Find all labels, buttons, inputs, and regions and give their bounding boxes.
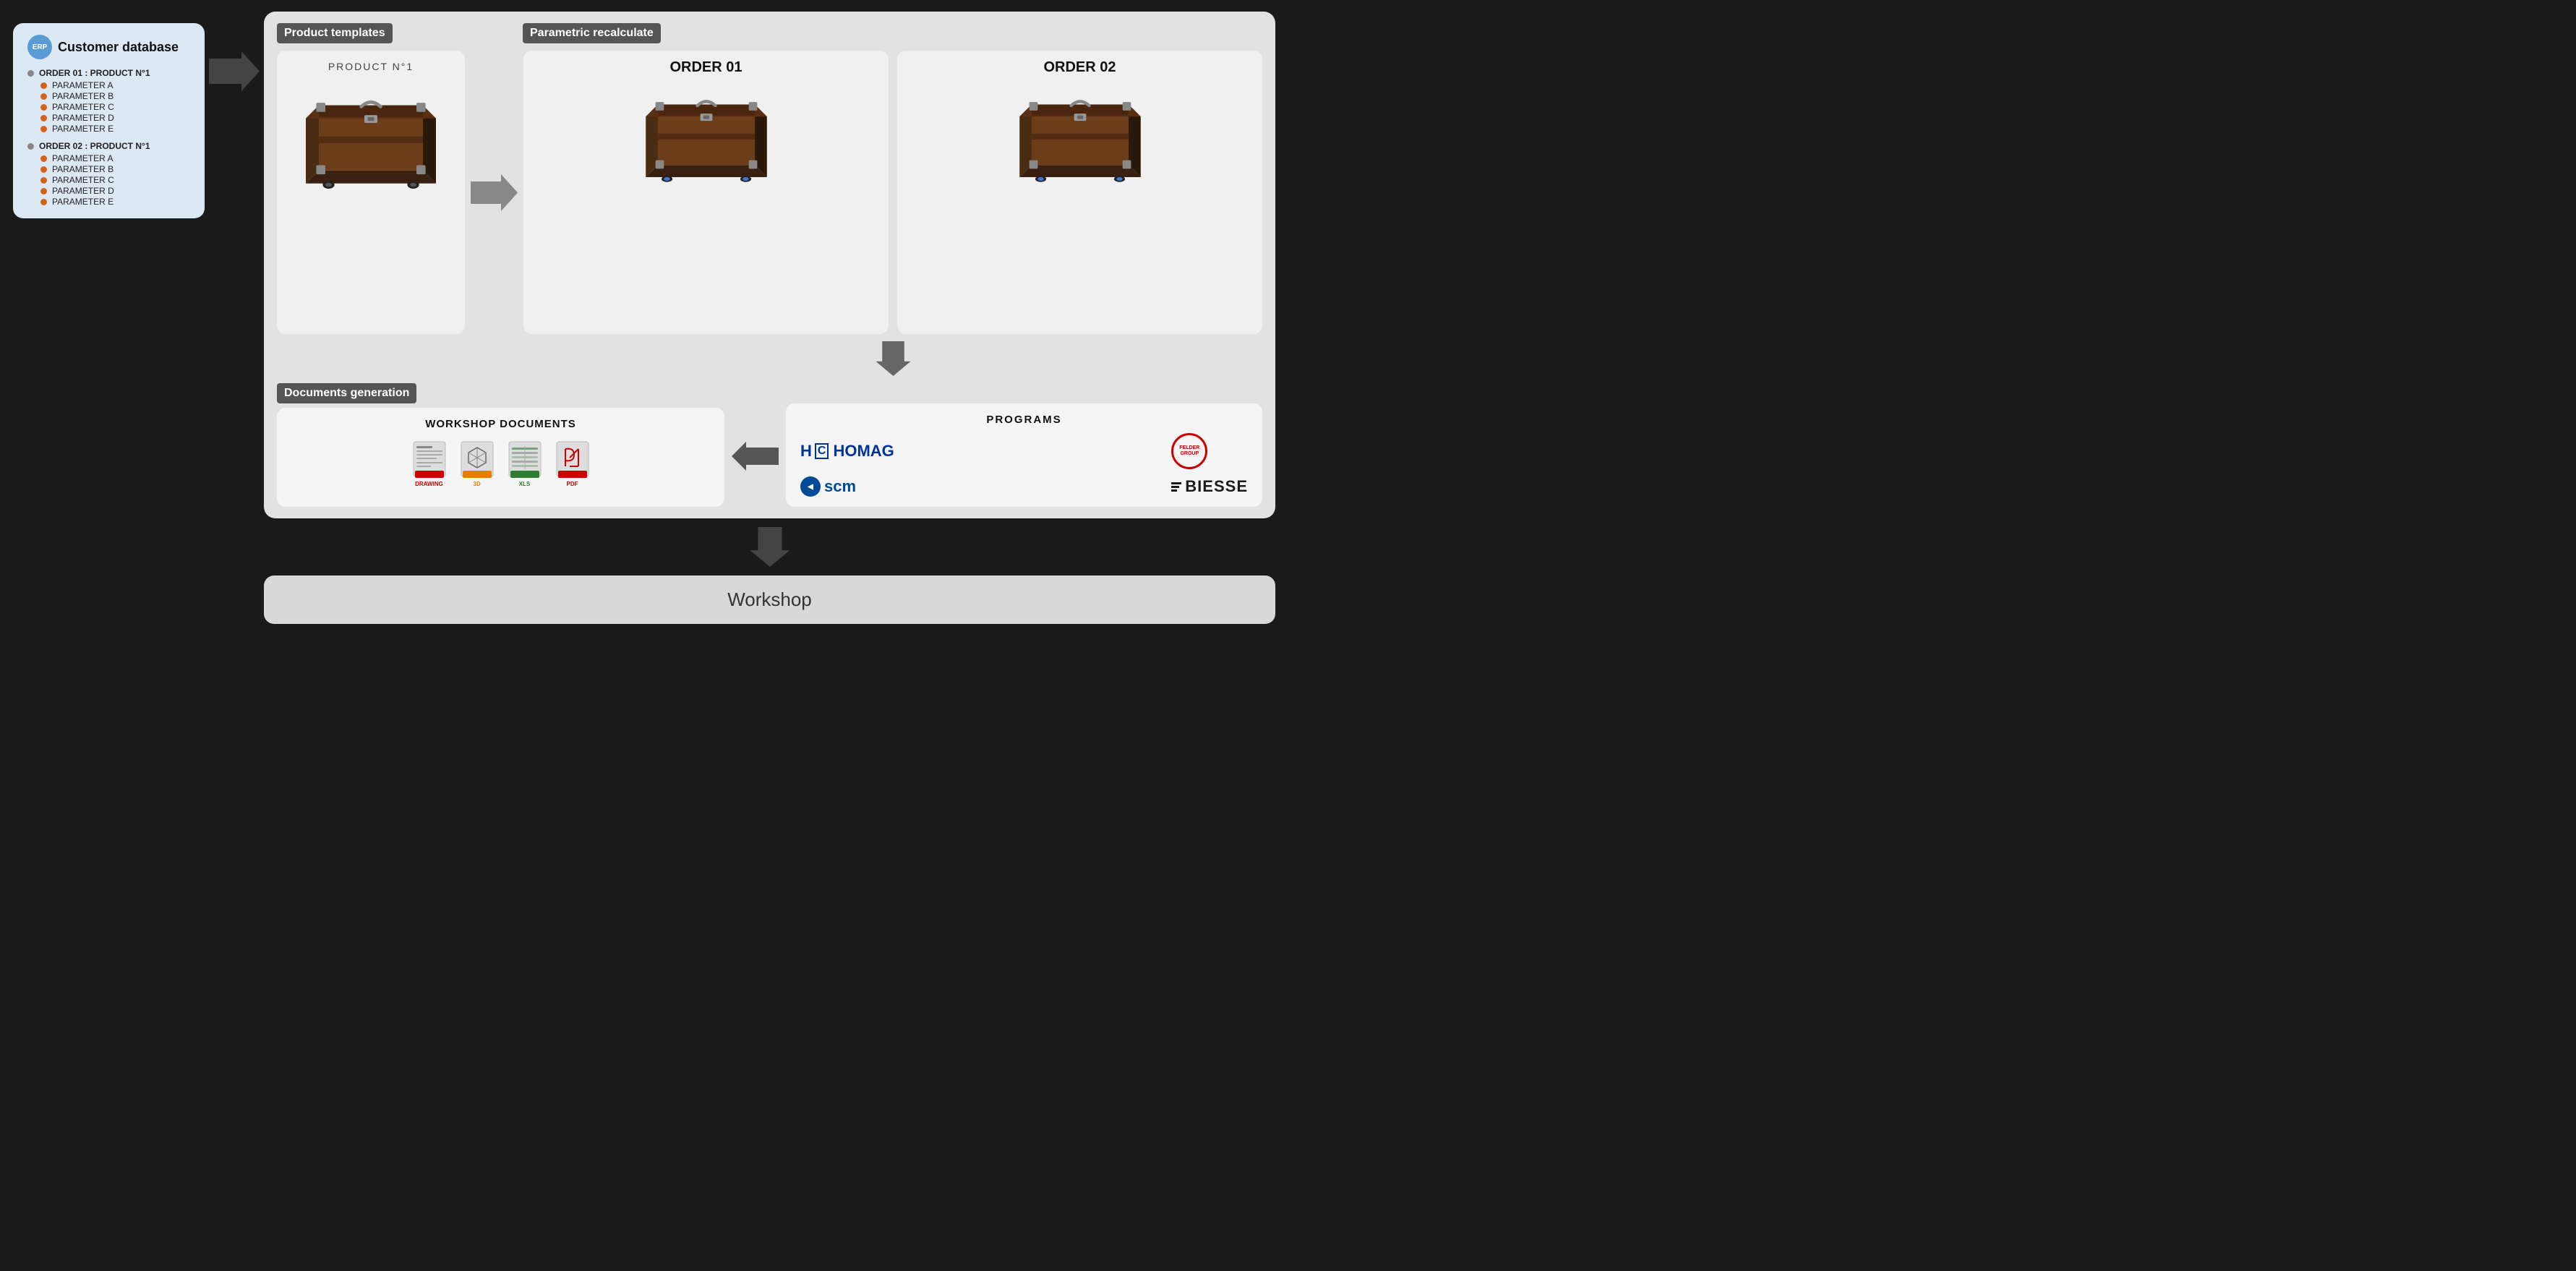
arrow-docs-to-db: [724, 405, 786, 507]
scm-logo: ◀ scm: [800, 476, 1160, 497]
order-2-label: ORDER 02 : PRODUCT N°1: [27, 141, 190, 151]
order-2-section: ORDER 02 : PRODUCT N°1 PARAMETER A PARAM…: [27, 141, 190, 207]
docs-generation-label: Documents generation: [277, 383, 416, 403]
customer-db-header: ERP Customer database: [27, 35, 190, 59]
list-item: PARAMETER C: [40, 175, 190, 185]
order-01-box: ORDER 01: [523, 51, 889, 334]
list-item: PARAMETER D: [40, 113, 190, 123]
order-01-box-img: [645, 80, 768, 192]
order-02-box: ORDER 02: [897, 51, 1262, 334]
list-item: PARAMETER B: [40, 91, 190, 101]
product-3d-box: [306, 78, 436, 201]
order-2-dot: [27, 143, 34, 150]
workshop-area: Workshop: [264, 575, 1275, 624]
parametric-recalculate-label: Parametric recalculate: [523, 23, 661, 43]
workshop-docs-title: WORKSHOP DOCUMENTS: [425, 418, 576, 430]
doc-3d: 3D: [458, 439, 496, 487]
doc-icons-row: DRAWING: [411, 439, 591, 487]
programs-title: PROGRAMS: [986, 414, 1061, 426]
list-item: PARAMETER D: [40, 186, 190, 196]
list-item: PARAMETER A: [40, 80, 190, 90]
customer-database-panel: ERP Customer database ORDER 01 : PRODUCT…: [13, 23, 205, 218]
product-template-box: PRODUCT N°1: [277, 51, 465, 334]
workshop-label: Workshop: [727, 589, 812, 611]
list-item: PARAMETER A: [40, 153, 190, 163]
felder-logo: FELDERGROUP: [1171, 433, 1207, 469]
biesse-logo: BIESSE: [1171, 477, 1248, 496]
list-item: PARAMETER E: [40, 197, 190, 207]
programs-section: PROGRAMS H C HOMAG FELDERGROUP: [786, 403, 1262, 507]
order-1-section: ORDER 01 : PRODUCT N°1 PARAMETER A PARAM…: [27, 68, 190, 134]
arrow-templates-to-orders: [465, 173, 523, 213]
doc-drawing: DRAWING: [411, 439, 448, 487]
order-1-dot: [27, 70, 34, 77]
order-2-params: PARAMETER A PARAMETER B PARAMETER C PARA…: [40, 153, 190, 207]
arrow-to-workshop: [264, 527, 1275, 567]
order-01-title: ORDER 01: [669, 59, 742, 76]
list-item: PARAMETER C: [40, 102, 190, 112]
top-flow-area: Product templates Parametric recalculate…: [264, 12, 1275, 518]
docs-generation-section: Documents generation WORKSHOP DOCUMENTS: [277, 383, 724, 507]
product-templates-label: Product templates: [277, 23, 393, 43]
main-content-area: Product templates Parametric recalculate…: [264, 12, 1275, 624]
doc-xls: XLS: [506, 439, 544, 487]
list-item: PARAMETER B: [40, 164, 190, 174]
homag-logo: H C HOMAG: [800, 442, 1160, 461]
product-label: PRODUCT N°1: [328, 61, 414, 72]
order-1-params: PARAMETER A PARAMETER B PARAMETER C PARA…: [40, 80, 190, 134]
order-02-box-img: [1019, 80, 1142, 192]
erp-icon: ERP: [27, 35, 52, 59]
customer-db-title: Customer database: [58, 40, 179, 55]
arrow-orders-to-bottom: [873, 341, 913, 376]
docs-box: WORKSHOP DOCUMENTS: [277, 408, 724, 507]
order-1-label: ORDER 01 : PRODUCT N°1: [27, 68, 190, 78]
arrow-db-to-templates: [205, 51, 264, 91]
order-02-title: ORDER 02: [1043, 59, 1116, 76]
doc-pdf: PDF: [554, 439, 591, 487]
list-item: PARAMETER E: [40, 124, 190, 134]
